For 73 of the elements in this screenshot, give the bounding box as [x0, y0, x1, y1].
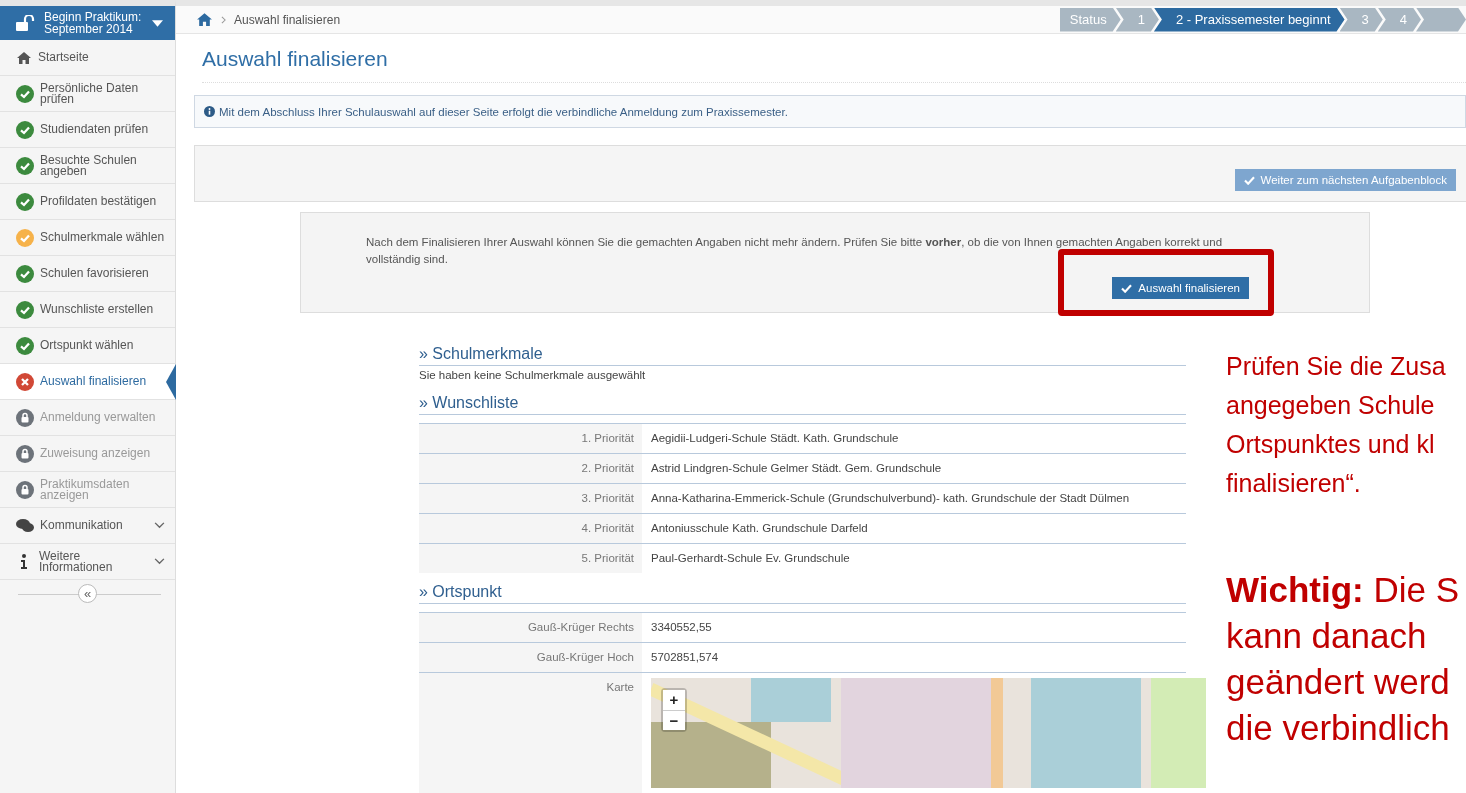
- warning-text: Wichtig: Die S: [1226, 569, 1461, 611]
- home-icon: [16, 50, 32, 65]
- table-label: Karte: [419, 673, 642, 793]
- warning-text: die verbindlich: [1226, 707, 1451, 749]
- confirm-text: Nach dem Finalisieren Ihrer Auswahl können Sie die gemachten Angaben nicht mehr ändern. Prüfen Sie bitte vorher, ob die von Ihnen gemachten Angaben korrekt und vollständig sind.: [366, 235, 1224, 267]
- zoom-out-button[interactable]: −: [663, 710, 685, 730]
- check-circle-icon: [16, 264, 34, 283]
- table-cell-text: Paul-Gerhardt-Schule Ev. Grundschule: [650, 551, 851, 566]
- sidebar-item[interactable]: Startseite: [0, 40, 175, 76]
- caret-icon: [152, 19, 163, 27]
- warning-text: kann danach: [1226, 615, 1428, 657]
- warning-text: geändert werd: [1226, 661, 1451, 703]
- course-selector[interactable]: Beginn Praktikum: September 2014: [0, 6, 175, 40]
- check-circle-icon: [16, 300, 34, 319]
- table-label: 4. Priorität: [419, 514, 642, 543]
- progress-step[interactable]: 2 - Praxissemester beginnt: [1153, 7, 1345, 32]
- annotation-text: finalisieren“.: [1226, 468, 1362, 499]
- sidebar-item[interactable]: Profildaten bestätigen: [0, 184, 175, 220]
- table-label: 1. Priorität: [419, 424, 642, 453]
- annotation-text: Prüfen Sie die Zusa: [1226, 351, 1447, 382]
- table-cell-text: Astrid Lindgren-Schule Gelmer Städt. Gem. Grundschule: [650, 461, 943, 476]
- empty-text: Sie haben keine Schulmerkmale ausgewählt: [419, 368, 647, 383]
- info-icon: [204, 106, 215, 117]
- chevron-icon: [154, 522, 165, 529]
- check-circle-icon: [16, 120, 34, 139]
- check-circle-icon: [16, 228, 34, 247]
- sidebar-item[interactable]: Kommunikation: [0, 508, 175, 544]
- info-icon: [20, 553, 28, 570]
- table-cell-text: 5702851,574: [650, 650, 720, 665]
- info-text: Mit dem Abschluss Ihrer Schulauswahl auf dieser Seite erfolgt die verbindliche Anmeldung zum Praxissemester.: [219, 105, 788, 118]
- section-heading: » Wunschliste: [419, 394, 1186, 415]
- annotation-text: Ortspunktes und kl: [1226, 429, 1436, 460]
- section-heading: » Ortspunkt: [419, 583, 1186, 604]
- table-label: 2. Priorität: [419, 454, 642, 483]
- chevron-right-icon: [221, 15, 226, 24]
- chat-icon: [16, 518, 34, 533]
- breadcrumb-current: Auswahl finalisieren: [234, 12, 341, 27]
- active-pointer-icon: [166, 364, 176, 400]
- annotation-text: angegeben Schule: [1226, 390, 1436, 421]
- table-label: Gauß-Krüger Rechts: [419, 613, 642, 642]
- lock-icon: [16, 444, 34, 463]
- table-cell-text: 3340552,55: [650, 620, 713, 635]
- table-cell-text: Antoniusschule Kath. Grundschule Darfeld: [650, 521, 869, 536]
- lock-icon: [16, 408, 34, 427]
- sidebar-item[interactable]: Besuchte Schulen angeben: [0, 148, 175, 184]
- check-circle-icon: [16, 192, 34, 211]
- lock-icon: [16, 480, 34, 499]
- check-icon: [1121, 283, 1133, 293]
- table-cell-text: Aegidii-Ludgeri-Schule Städt. Kath. Grundschule: [650, 431, 900, 446]
- sidebar-item[interactable]: Auswahl finalisieren: [0, 364, 175, 400]
- table-label: 3. Priorität: [419, 484, 642, 513]
- sidebar-item[interactable]: Wunschliste erstellen: [0, 292, 175, 328]
- sidebar-item[interactable]: Weitere Informationen: [0, 544, 175, 580]
- home-icon[interactable]: [196, 12, 213, 27]
- check-icon: [1243, 175, 1255, 185]
- sidebar-item[interactable]: Persönliche Daten prüfen: [0, 76, 175, 112]
- chevron-icon: [154, 558, 165, 565]
- table-label: Gauß-Krüger Hoch: [419, 643, 642, 672]
- page-title: Auswahl finalisieren: [202, 47, 1466, 83]
- collapse-sidebar-button[interactable]: «: [78, 584, 97, 603]
- check-circle-icon: [16, 336, 34, 355]
- table-cell-text: Anna-Katharina-Emmerick-Schule (Grundschulverbund)- kath. Grundschule der Stadt Dülmen: [650, 491, 1131, 506]
- finalize-button[interactable]: Auswahl finalisieren: [1112, 277, 1249, 299]
- check-circle-icon: [16, 84, 34, 103]
- sidebar-item[interactable]: Schulen favorisieren: [0, 256, 175, 292]
- unlock-icon: [16, 15, 36, 31]
- table-label: 5. Priorität: [419, 544, 642, 573]
- zoom-in-button[interactable]: +: [663, 690, 685, 710]
- error-circle-icon: [16, 372, 34, 391]
- section-heading: » Schulmerkmale: [419, 345, 1186, 366]
- sidebar-item[interactable]: Schulmerkmale wählen: [0, 220, 175, 256]
- sidebar-item[interactable]: Studiendaten prüfen: [0, 112, 175, 148]
- check-circle-icon: [16, 156, 34, 175]
